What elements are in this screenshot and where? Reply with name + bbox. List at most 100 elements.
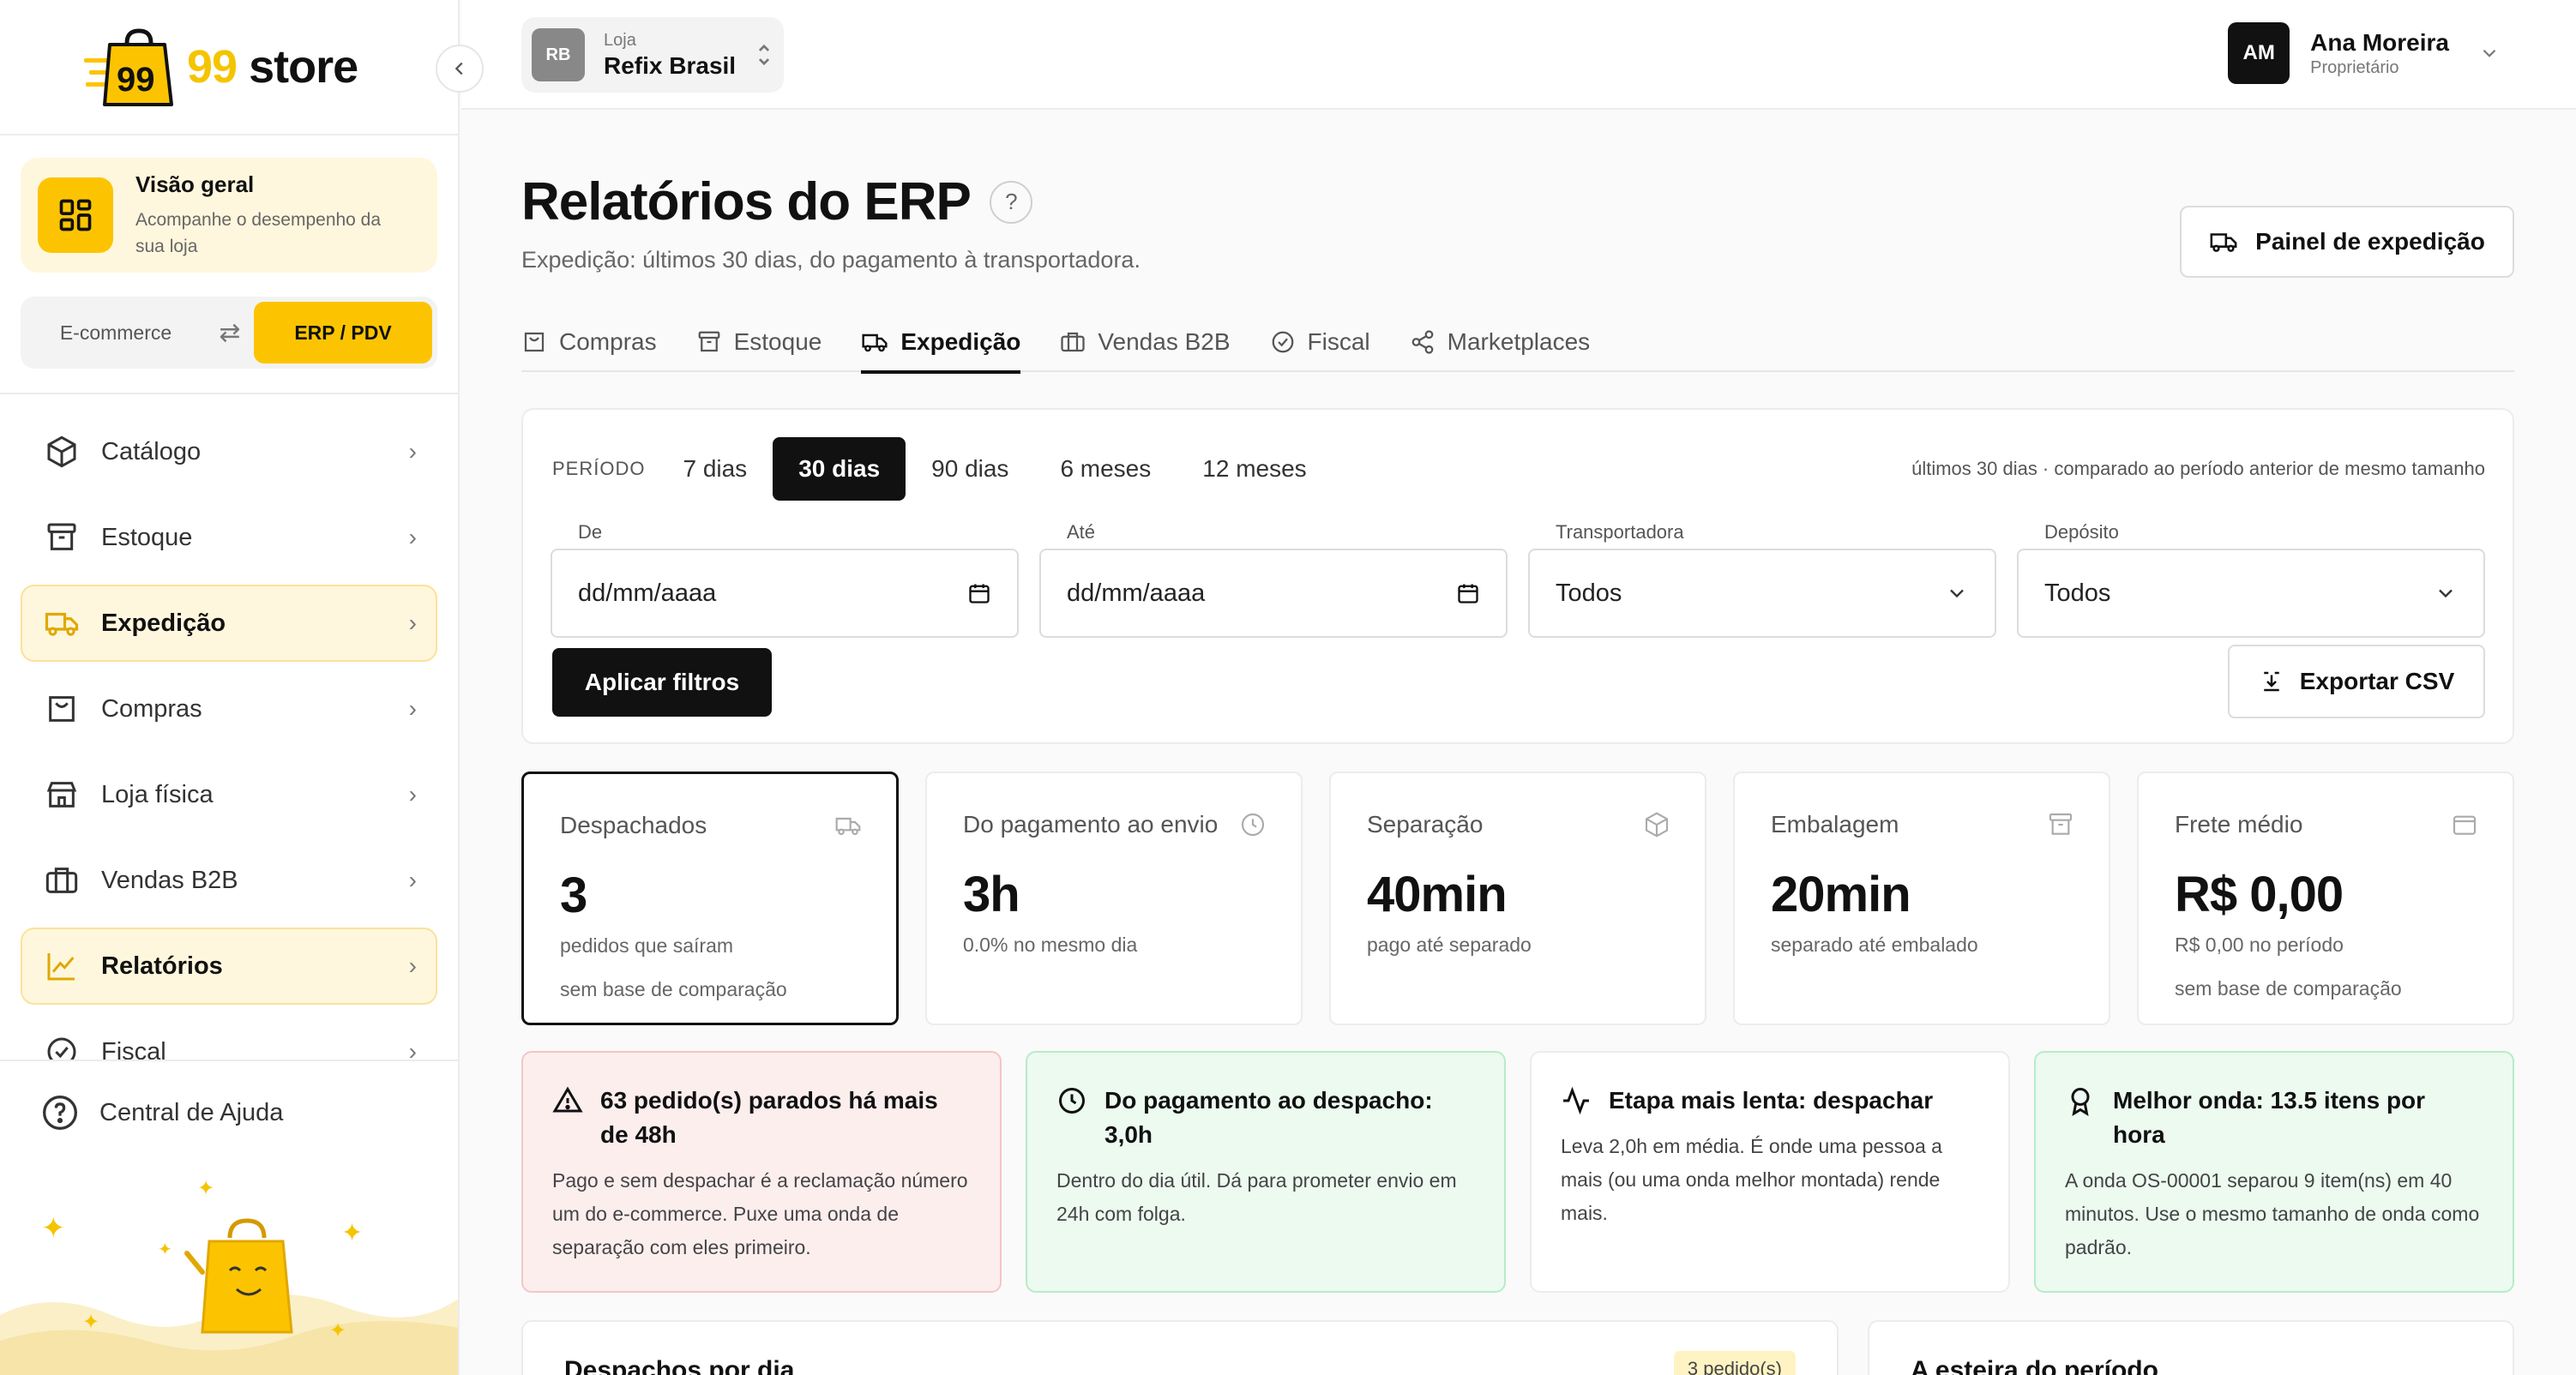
briefcase-icon (43, 862, 81, 899)
chevron-down-icon (1950, 589, 1964, 598)
tab-compras[interactable]: Compras (521, 312, 657, 372)
divider (0, 393, 458, 394)
sidebar-item-loja-fisica[interactable]: Loja física › (21, 756, 437, 833)
sidebar-item-label: Loja física (101, 780, 214, 808)
period-selector: PERÍODO 7 dias 30 dias 90 dias 6 meses 1… (552, 437, 1333, 501)
swap-arrows-icon[interactable]: ⇄ (206, 318, 254, 348)
date-to-input[interactable]: dd/mm/aaaa (1039, 549, 1508, 638)
chevron-down-icon (2439, 589, 2453, 598)
depot-label: Depósito (2044, 521, 2119, 543)
truck-icon (835, 817, 861, 836)
shipping-panel-button[interactable]: Painel de expedição (2180, 206, 2514, 278)
calendar-icon[interactable] (1456, 581, 1480, 605)
chevron-right-icon: › (408, 867, 417, 893)
sidebar-item-vendas-b2b[interactable]: Vendas B2B › (21, 842, 437, 919)
collapse-sidebar-button[interactable] (436, 45, 484, 93)
kpi-card-frete-medio[interactable]: Frete médio R$ 0,00 R$ 0,00 no período s… (2137, 772, 2514, 1025)
help-circle-icon (43, 1096, 77, 1130)
store-name: Refix Brasil (604, 51, 737, 79)
period-90-dias[interactable]: 90 dias (906, 437, 1034, 501)
sidebar-item-catalogo[interactable]: Catálogo › (21, 413, 437, 490)
dispatches-per-day-card: Despachos por dia 3 pedido(s) (521, 1320, 1839, 1375)
svg-text:99: 99 (117, 61, 155, 99)
chevron-down-icon (2483, 49, 2496, 57)
kpi-card-separacao[interactable]: Separação 40min pago até separado (1329, 772, 1706, 1025)
carrier-select[interactable]: Todos (1528, 549, 1996, 638)
kpi-title: Embalagem (1771, 811, 1899, 838)
kpi-card-pagamento-envio[interactable]: Do pagamento ao envio 3h 0.0% no mesmo d… (925, 772, 1303, 1025)
sidebar-item-label: Estoque (101, 523, 193, 551)
sidebar-item-compras[interactable]: Compras › (21, 670, 437, 748)
help-center-link[interactable]: Central de Ajuda (41, 1094, 283, 1132)
shopping-bag-logo-icon: 99 (84, 28, 173, 106)
period-7-dias[interactable]: 7 dias (657, 437, 773, 501)
logo-row: 99 99 store (0, 0, 458, 135)
store-selector[interactable]: RB Loja Refix Brasil (521, 17, 784, 93)
store-icon (43, 776, 81, 814)
sidebar-item-label: Vendas B2B (101, 866, 238, 894)
kpi-title: Do pagamento ao envio (963, 811, 1219, 838)
period-12-meses[interactable]: 12 meses (1177, 437, 1332, 501)
insight-title: Melhor onda: 13.5 itens por hora (2113, 1087, 2426, 1148)
kpi-value: R$ 0,00 (2175, 867, 2344, 922)
tab-fiscal[interactable]: Fiscal (1270, 312, 1370, 372)
sidebar: 99 99 store Visão geral Acompanhe o dese… (0, 0, 460, 1375)
date-to-field: Até dd/mm/aaaa (1039, 521, 1508, 638)
kpi-comparison: sem base de comparação (2175, 977, 2402, 1000)
sidebar-item-estoque[interactable]: Estoque › (21, 499, 437, 576)
kpi-sub: pago até separado (1367, 934, 1532, 956)
tab-expedicao[interactable]: Expedição (861, 312, 1021, 374)
store-avatar: RB (532, 28, 585, 81)
insight-best-wave: Melhor onda: 13.5 itens por hora A onda … (2034, 1051, 2514, 1293)
apply-filters-button[interactable]: Aplicar filtros (552, 648, 772, 717)
kpi-sub: pedidos que saíram (560, 934, 734, 957)
tab-marketplaces[interactable]: Marketplaces (1410, 312, 1590, 372)
download-icon (2264, 671, 2279, 692)
date-from-input[interactable]: dd/mm/aaaa (551, 549, 1019, 638)
period-30-dias[interactable]: 30 dias (773, 437, 906, 501)
insights-row: 63 pedido(s) parados há mais de 48h Pago… (521, 1051, 2514, 1293)
switch-erp-pdv[interactable]: ERP / PDV (254, 302, 432, 363)
brand-name: 99 store (187, 41, 358, 93)
insight-body: A onda OS-00001 separou 9 item(ns) em 40… (2065, 1169, 2480, 1258)
kpi-value: 3h (963, 867, 1020, 922)
shopping-bag-icon (43, 690, 81, 728)
warning-icon (552, 1086, 583, 1113)
user-menu[interactable]: AM Ana Moreira Proprietário (2228, 22, 2501, 84)
check-circle-icon (1272, 331, 1293, 353)
insight-body: Leva 2,0h em média. É onde uma pessoa a … (1561, 1135, 1942, 1224)
svg-text:✦: ✦ (41, 1212, 66, 1245)
sidebar-item-label: Expedição (101, 609, 226, 637)
help-question-icon[interactable]: ? (989, 180, 1032, 224)
depot-select[interactable]: Todos (2017, 549, 2485, 638)
overview-card[interactable]: Visão geral Acompanhe o desempenho da su… (21, 158, 437, 273)
sidebar-item-relatorios[interactable]: Relatórios › (21, 928, 437, 1005)
status-badge: 3 pedido(s) (1673, 1351, 1796, 1375)
sidebar-item-expedicao[interactable]: Expedição › (21, 585, 437, 662)
award-icon (2071, 1088, 2090, 1116)
briefcase-icon (1061, 332, 1086, 352)
calendar-icon[interactable] (967, 581, 991, 605)
tab-estoque[interactable]: Estoque (696, 312, 822, 372)
period-pipeline-card: A esteira do período (1868, 1320, 2514, 1375)
sidebar-item-label: Catálogo (101, 437, 202, 465)
brand-logo[interactable]: 99 99 store (82, 26, 358, 108)
period-6-meses[interactable]: 6 meses (1034, 437, 1177, 501)
chevron-right-icon: › (408, 438, 417, 465)
kpi-sub: separado até embalado (1771, 934, 1978, 956)
mascot-illustration: ✦ ✦ ✦ ✦ ✦ ✦ (0, 1177, 458, 1375)
date-from-label: De (578, 521, 603, 543)
sidebar-item-label: Relatórios (101, 952, 223, 980)
tab-vendas-b2b[interactable]: Vendas B2B (1060, 312, 1231, 372)
svg-text:✦: ✦ (329, 1319, 346, 1342)
export-csv-button[interactable]: Exportar CSV (2228, 645, 2485, 718)
kpi-card-despachados[interactable]: Despachados 3 pedidos que saíram sem bas… (521, 772, 899, 1025)
insight-body: Pago e sem despachar é a reclamação núme… (552, 1169, 968, 1258)
wallet-icon (2453, 815, 2477, 835)
truck-icon (2210, 233, 2237, 252)
kpi-sub: R$ 0,00 no período (2175, 934, 2344, 956)
activity-icon (1563, 1086, 1589, 1115)
switch-ecommerce[interactable]: E-commerce (26, 321, 206, 345)
kpi-card-embalagem[interactable]: Embalagem 20min separado até embalado (1733, 772, 2110, 1025)
kpi-title: Separação (1367, 811, 1484, 838)
